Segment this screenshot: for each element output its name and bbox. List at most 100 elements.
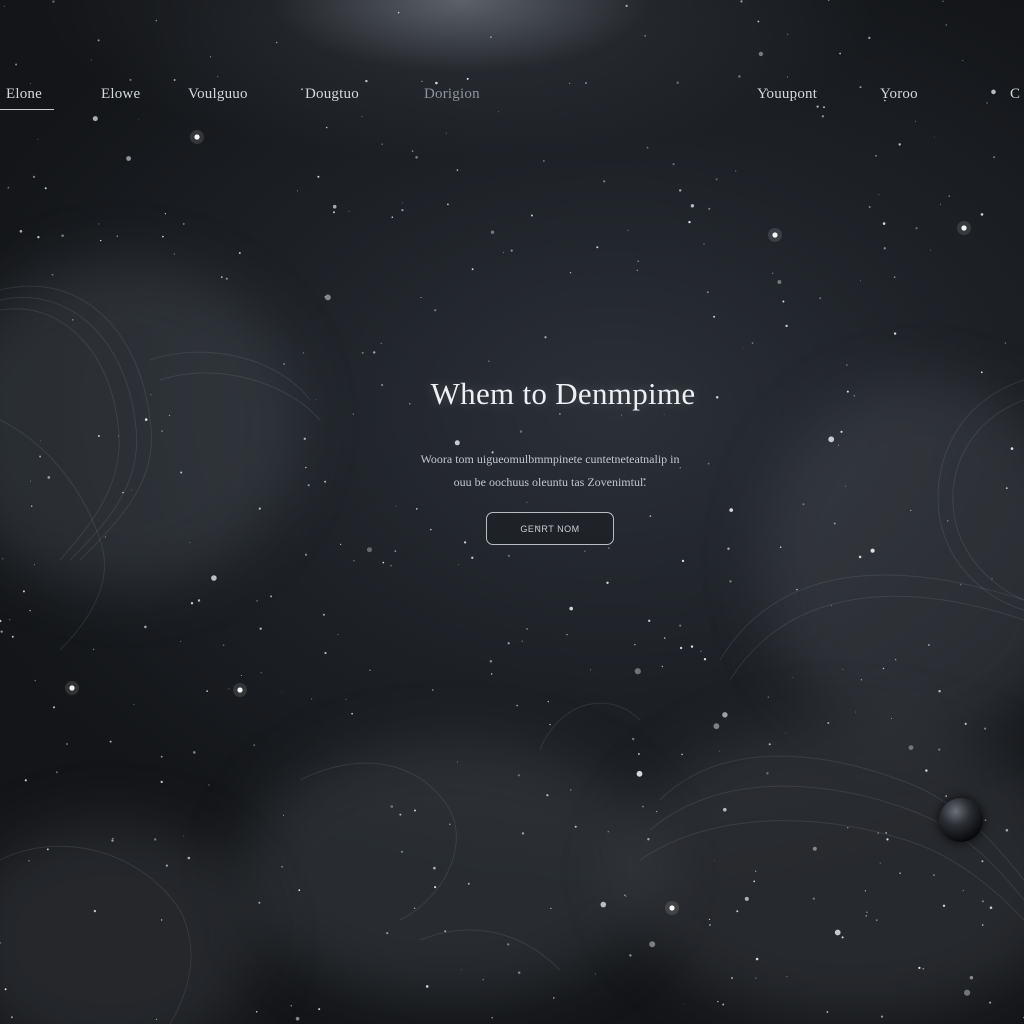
star (430, 528, 432, 531)
star (458, 564, 460, 566)
star (526, 627, 529, 630)
star (878, 194, 880, 196)
star (918, 966, 921, 970)
star (550, 907, 552, 910)
star (891, 717, 893, 719)
star (193, 751, 196, 754)
star (71, 319, 74, 321)
star (488, 360, 490, 363)
star (126, 156, 131, 161)
star (981, 924, 984, 926)
star (722, 712, 728, 718)
hero-subtitle: Woora tom uigueomulbmmpinete cuntetnetea… (340, 448, 760, 494)
star (991, 578, 993, 580)
star (894, 658, 897, 661)
star (1005, 828, 1009, 832)
star (607, 547, 610, 550)
star (160, 780, 163, 784)
star (632, 737, 635, 741)
star (934, 136, 935, 138)
star (44, 187, 47, 190)
star (845, 485, 847, 487)
star (361, 351, 364, 354)
star (390, 565, 392, 567)
star (281, 691, 283, 693)
star (311, 698, 313, 700)
star (786, 976, 788, 978)
star (238, 252, 241, 254)
nav-item-c[interactable]: C (1010, 86, 1020, 103)
star (380, 342, 382, 345)
star (772, 272, 774, 274)
star (208, 784, 210, 786)
star (703, 243, 705, 245)
star (415, 508, 418, 510)
nav-item-elowe[interactable]: Elowe (101, 86, 140, 103)
star (938, 748, 941, 751)
hero-title: Whem to Denmpime (430, 376, 696, 411)
star (647, 838, 650, 841)
nav-item-youupont[interactable]: Youupont (757, 86, 817, 103)
star (517, 774, 521, 777)
star (663, 413, 665, 415)
star (875, 919, 878, 921)
star (240, 674, 242, 676)
star (703, 658, 707, 661)
star (882, 222, 886, 225)
star (530, 214, 533, 217)
star (796, 588, 798, 591)
star (574, 825, 577, 828)
star (981, 860, 984, 863)
nav-item-voulguuo[interactable]: Voulguuo (188, 86, 248, 103)
star (258, 507, 261, 510)
star (866, 911, 868, 913)
star (886, 838, 889, 841)
star (962, 890, 964, 892)
star (491, 1016, 494, 1019)
star (828, 436, 835, 443)
star (938, 690, 941, 693)
star (155, 1018, 158, 1021)
star (491, 673, 493, 675)
star (948, 195, 951, 198)
star (690, 645, 694, 648)
star (636, 269, 638, 271)
star (549, 723, 551, 726)
star (324, 480, 326, 483)
star (777, 280, 782, 284)
star (434, 886, 437, 889)
star (324, 651, 327, 655)
nav-item-elone[interactable]: Elone (0, 86, 54, 110)
star (893, 332, 897, 335)
nav-item-yoroo[interactable]: Yoroo (880, 86, 918, 103)
nav-item-dorigion[interactable]: Dorigion (424, 86, 480, 103)
star (164, 213, 167, 215)
star (4, 988, 7, 991)
star (600, 901, 607, 908)
star (399, 813, 402, 816)
star (819, 297, 822, 300)
star (865, 915, 867, 917)
star (420, 297, 422, 298)
star (713, 315, 716, 318)
nav-item-dougtuo[interactable]: Dougtuo (305, 86, 359, 103)
star (318, 1008, 321, 1011)
star (401, 851, 403, 853)
star (180, 471, 183, 474)
star (547, 700, 549, 703)
star (66, 743, 68, 745)
cta-button[interactable]: GENRT NOM (486, 512, 614, 545)
star (19, 230, 23, 233)
star (607, 831, 609, 833)
star (445, 132, 447, 134)
star (507, 943, 510, 946)
star (755, 957, 759, 961)
star (915, 227, 918, 230)
star (34, 679, 37, 682)
star (295, 1016, 300, 1021)
star (0, 630, 3, 633)
star (206, 690, 208, 692)
star (109, 740, 112, 743)
star (434, 309, 437, 312)
star (425, 985, 429, 988)
